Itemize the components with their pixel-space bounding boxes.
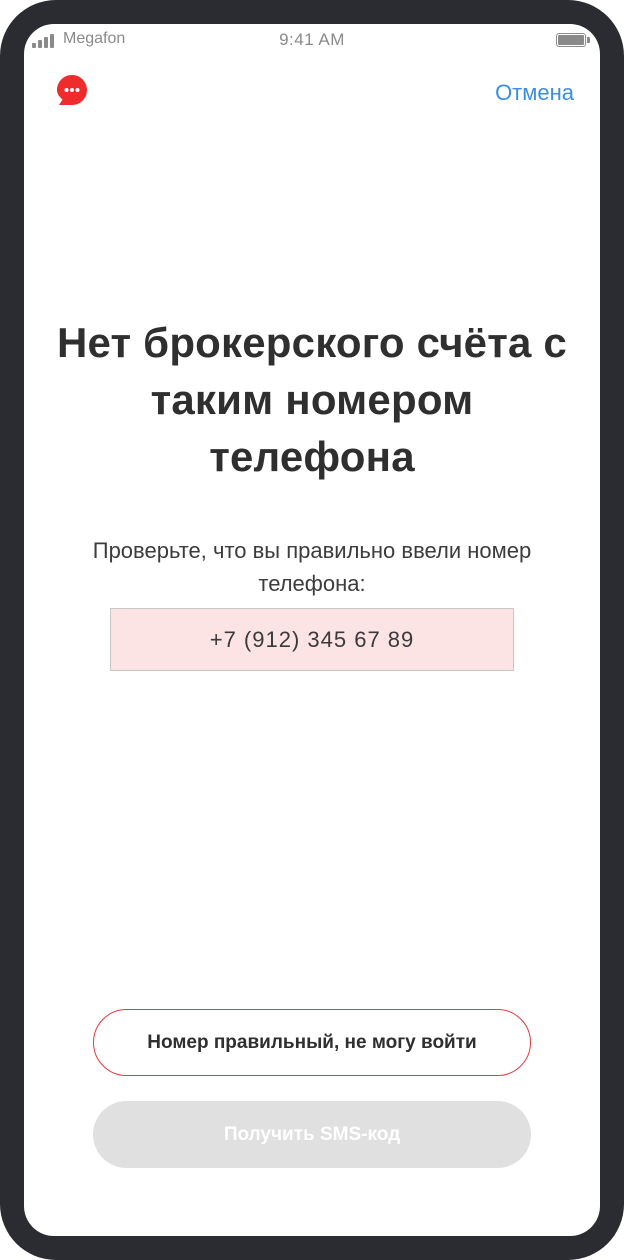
- phone-number-display: +7 (912) 345 67 89: [110, 608, 514, 671]
- cancel-button[interactable]: Отмена: [495, 80, 574, 106]
- status-bar: Megafon 9:41 AM: [24, 24, 600, 58]
- get-sms-code-button[interactable]: Получить SMS-код: [93, 1101, 531, 1168]
- page-title: Нет брокерского счёта с таким номером те…: [57, 319, 567, 480]
- phone-number-value: +7 (912) 345 67 89: [209, 626, 415, 652]
- screen: Megafon 9:41 AM Отмена Нет брокерского с…: [24, 24, 600, 1236]
- get-sms-code-button-label: Получить SMS-код: [223, 1123, 401, 1145]
- number-correct-button-label: Номер правильный, не могу войти: [147, 1031, 477, 1053]
- battery-cap: [587, 37, 590, 43]
- number-correct-button[interactable]: Номер правильный, не могу войти: [93, 1009, 531, 1076]
- chat-bubble-icon[interactable]: [56, 74, 88, 106]
- status-time: 9:41 AM: [279, 30, 345, 49]
- phone-frame: Megafon 9:41 AM Отмена Нет брокерского с…: [0, 0, 624, 1260]
- battery-icon: [556, 33, 586, 47]
- instruction-text: Проверьте, что вы правильно ввели номер …: [92, 538, 532, 596]
